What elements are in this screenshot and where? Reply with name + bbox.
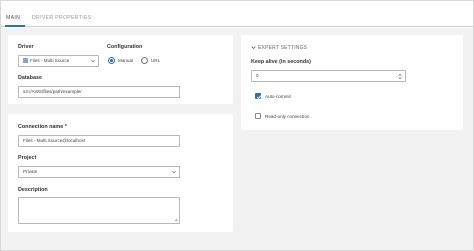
auto-commit-label: Auto-commit [265,94,291,99]
read-only-checkbox[interactable] [255,113,261,119]
content-area: Driver Files - Multi Source Configuratio… [1,28,473,250]
connection-settings-panel: Driver Files - Multi Source Configuratio… [8,35,233,104]
connection-name-label: Connection name * [18,124,67,130]
configuration-label: Configuration [107,44,143,50]
connection-name-input[interactable]: Files - Multi Source@localhost [18,135,180,147]
radio-manual[interactable] [108,57,115,64]
keep-alive-value: 0 [256,73,259,78]
radio-url-label: URL [151,58,161,63]
keep-alive-label: Keep alive (in seconds) [251,59,311,65]
chevron-down-icon[interactable] [251,45,256,50]
driver-label: Driver [18,44,34,50]
tab-main[interactable]: MAIN [6,15,20,21]
project-select-value: Private [23,169,38,174]
radio-url[interactable] [141,57,148,64]
expert-settings-toggle[interactable]: EXPERT SETTINGS [258,45,307,51]
project-label: Project [18,155,37,161]
read-only-label: Read-only connection [265,114,310,119]
driver-select[interactable]: Files - Multi Source [18,55,99,67]
description-label: Description [18,187,48,193]
radio-manual-label: Manual [118,58,134,63]
active-tab-indicator [5,25,25,27]
chevron-down-icon [172,171,176,174]
auto-commit-checkbox[interactable] [255,93,262,100]
spinner-arrows-icon[interactable] [398,73,402,80]
database-label: Database [18,75,42,81]
keep-alive-input[interactable]: 0 [251,70,406,82]
driver-select-value: Files - Multi Source [30,58,70,63]
general-panel: Connection name * Files - Multi Source@l… [8,114,233,232]
expert-settings-panel: EXPERT SETTINGS Keep alive (in seconds) … [241,35,463,130]
description-textarea[interactable] [18,197,180,224]
checkmark-icon [256,95,262,100]
driver-icon [23,58,28,63]
database-input[interactable]: s3://AWS/files/path/example/ [18,86,180,98]
resize-handle-icon[interactable] [174,218,178,222]
chevron-down-icon [91,60,95,63]
project-select[interactable]: Private [18,166,180,178]
tab-bar: MAIN DRIVER PROPERTIES [1,11,473,27]
tab-driver-properties[interactable]: DRIVER PROPERTIES [32,15,92,21]
